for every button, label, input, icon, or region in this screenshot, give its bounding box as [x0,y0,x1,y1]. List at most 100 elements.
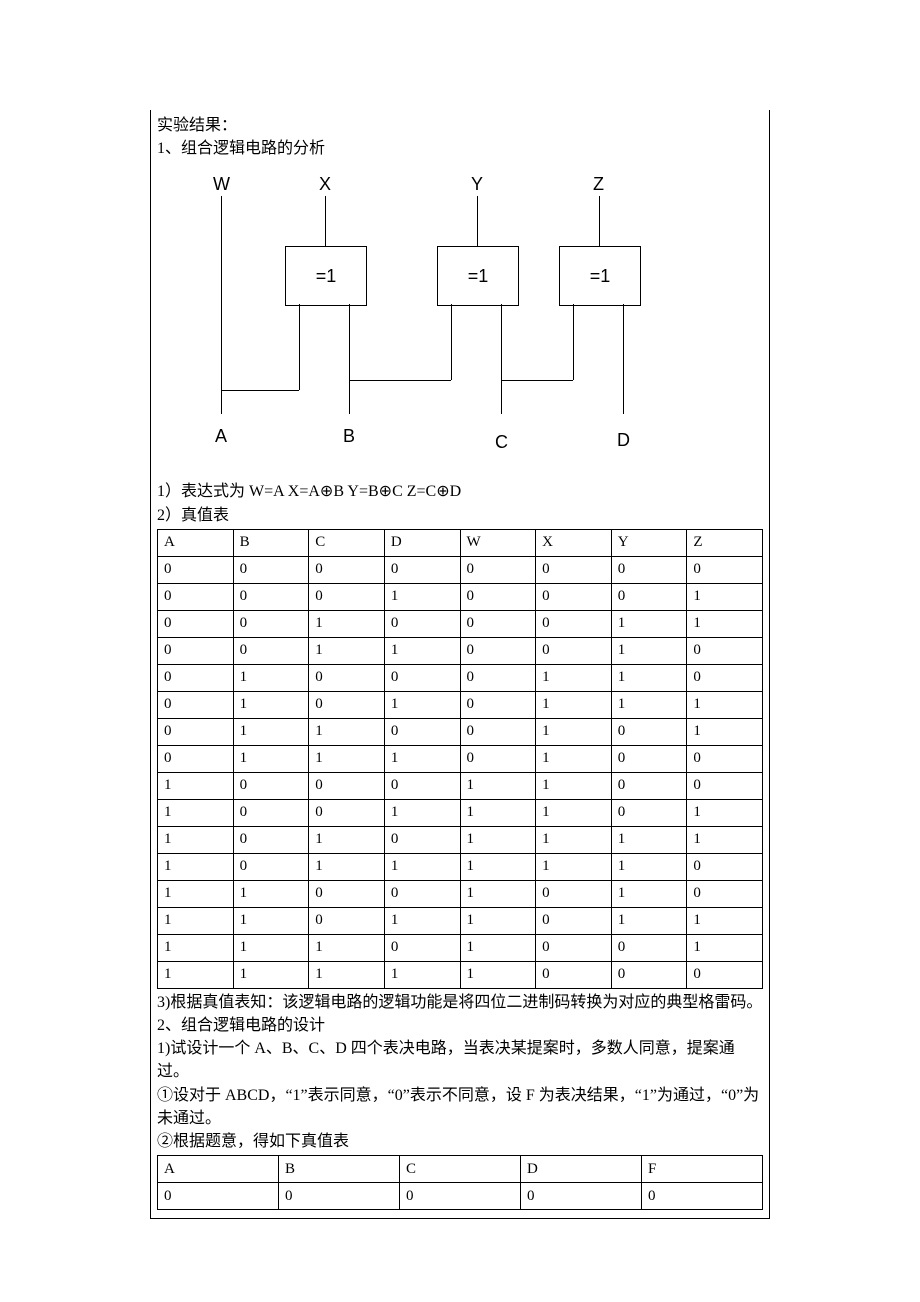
table-row: 00100011 [158,610,763,637]
label-x: X [319,174,331,195]
table-cell: 0 [158,583,234,610]
table-cell: 1 [309,718,385,745]
table-cell: 0 [233,772,309,799]
table-cell: 0 [536,637,612,664]
table-cell: 0 [400,1183,521,1210]
table-cell: 0 [687,556,763,583]
truth-table: ABCDWXYZ00000000000100010010001100110010… [157,529,763,989]
table-header-cell: D [521,1156,642,1183]
table-cell: 1 [384,907,460,934]
table-cell: 0 [536,961,612,988]
xor-gate-2: =1 [437,246,519,306]
table-cell: 1 [309,853,385,880]
label-b: B [343,426,355,447]
table-cell: 0 [233,799,309,826]
table-cell: 1 [687,826,763,853]
section2-heading: 2、组合逻辑电路的设计 [157,1014,763,1037]
table-cell: 0 [233,826,309,853]
table-row: 01110100 [158,745,763,772]
expression-line: 1）表达式为 W=A X=A⊕B Y=B⊕C Z=C⊕D [157,480,763,503]
table-cell: 0 [233,853,309,880]
design-step2: ②根据题意，得如下真值表 [157,1130,763,1153]
table-cell: 1 [536,799,612,826]
table-cell: 0 [233,556,309,583]
table-cell: 1 [460,907,536,934]
table-header-cell: Y [611,529,687,556]
table-cell: 1 [384,961,460,988]
table-cell: 0 [460,637,536,664]
table-cell: 1 [611,853,687,880]
table-cell: 1 [687,610,763,637]
table-row: 01100101 [158,718,763,745]
wire-w-a [221,196,222,390]
table-cell: 1 [460,772,536,799]
table-cell: 1 [611,637,687,664]
table-cell: 1 [158,880,234,907]
table-cell: 0 [611,718,687,745]
table-cell: 0 [309,664,385,691]
table-cell: 0 [460,556,536,583]
circuit-diagram: W X Y Z =1 =1 =1 [179,170,699,470]
table-cell: 1 [233,880,309,907]
wire-y-top [477,196,478,246]
wire-g2-right [501,304,502,414]
table-row: 10011101 [158,799,763,826]
label-y: Y [471,174,483,195]
table-cell: 1 [384,637,460,664]
design-problem: 1)试设计一个 A、B、C、D 四个表决电路，当表决某提案时，多数人同意，提案通… [157,1037,763,1083]
table-cell: 0 [309,772,385,799]
table-cell: 1 [384,691,460,718]
table-cell: 0 [687,664,763,691]
table-cell: 0 [687,745,763,772]
table-cell: 1 [460,880,536,907]
wire-a-down [221,390,222,414]
table-cell: 0 [309,583,385,610]
table-cell: 1 [687,907,763,934]
table-cell: 0 [384,718,460,745]
table-cell: 1 [233,664,309,691]
table-cell: 0 [158,1183,279,1210]
label-a: A [215,426,227,447]
table-cell: 1 [536,853,612,880]
table-cell: 0 [384,610,460,637]
table-cell: 1 [384,745,460,772]
table-cell: 0 [611,556,687,583]
conclusion-line: 3)根据真值表知：该逻辑电路的逻辑功能是将四位二进制码转换为对应的典型格雷码。 [157,991,763,1014]
table-cell: 1 [536,745,612,772]
table-cell: 1 [384,799,460,826]
table-cell: 0 [611,934,687,961]
table-cell: 1 [384,583,460,610]
table-cell: 1 [687,583,763,610]
table-cell: 1 [611,691,687,718]
table-cell: 0 [536,880,612,907]
table-cell: 0 [158,718,234,745]
table-cell: 0 [158,556,234,583]
label-d: D [617,430,630,451]
table-cell: 1 [687,934,763,961]
label-c: C [495,432,508,453]
table-cell: 0 [384,934,460,961]
table-cell: 1 [460,826,536,853]
table-cell: 1 [687,799,763,826]
table-cell: 1 [158,772,234,799]
table-row: 00010001 [158,583,763,610]
wire-c-to-g3 [501,380,573,381]
table-cell: 0 [460,664,536,691]
table-cell: 0 [642,1183,763,1210]
table-cell: 1 [611,664,687,691]
table-row: 01010111 [158,691,763,718]
table-row: 11111000 [158,961,763,988]
table-cell: 1 [309,934,385,961]
table-cell: 0 [309,799,385,826]
table-cell: 1 [233,961,309,988]
xor-gate-3: =1 [559,246,641,306]
label-z: Z [593,174,604,195]
table-cell: 0 [611,745,687,772]
table-cell: 0 [309,907,385,934]
table-header-cell: D [384,529,460,556]
truth-table-label: 2）真值表 [157,504,763,527]
table-header-cell: A [158,529,234,556]
table-cell: 0 [309,880,385,907]
table-cell: 0 [687,853,763,880]
table-cell: 1 [233,691,309,718]
